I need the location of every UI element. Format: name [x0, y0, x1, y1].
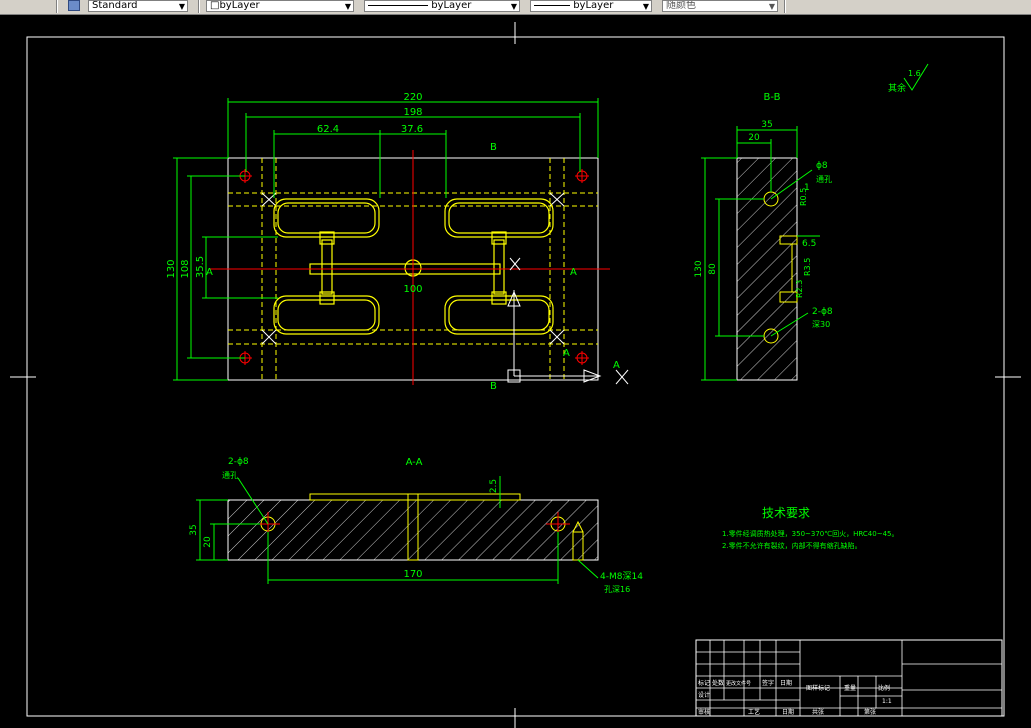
technical-requirements: 技术要求 1.零件经调质热处理，350~370℃回火，HRC40~45。 2.零…: [722, 506, 898, 550]
tb-cell-sign: 签字: [762, 679, 774, 687]
front-view: 220 198 62.4 37.6 130 108 35.5 100 B B A…: [166, 92, 629, 392]
toolbar-separator: [56, 0, 58, 13]
tb-cell-total-sheets: 共张: [812, 708, 824, 716]
section-aa-title: A-A: [406, 457, 423, 468]
linetype-control-value: byLayer: [431, 0, 472, 11]
side-dim-height: 130: [694, 260, 704, 277]
side-dim-65: 6.5: [802, 239, 816, 249]
chevron-down-icon: ▼: [768, 2, 775, 11]
drawing-canvas[interactable]: 220 198 62.4 37.6 130 108 35.5 100 B B A…: [0, 14, 1031, 728]
side-section-body: [736, 157, 798, 381]
tb-cell-sheet-no: 第张: [864, 708, 876, 716]
tb-cell-count: 处数: [712, 679, 724, 687]
side-view-bb: B-B 35 20 130 80 ϕ8 通孔 1 R0.5 6.5 R3.5 R…: [694, 92, 833, 381]
ucs-icon: [507, 257, 629, 385]
tb-cell-design: 设计: [698, 691, 710, 699]
dim-inner-width: 198: [403, 107, 422, 118]
toolbar-separator: [198, 0, 200, 13]
tech-req-title: 技术要求: [762, 506, 810, 520]
side-dim-holes2-sub: 深30: [812, 320, 830, 329]
dim-overall-width: 220: [403, 92, 422, 103]
roughness-value: 1.6: [908, 69, 921, 78]
section-a-left-label: A: [206, 267, 213, 278]
section-aa-dim-span: 170: [403, 569, 422, 580]
toolbar-separator: [784, 0, 786, 13]
dim-half-height: 35.5: [195, 256, 206, 278]
hole-label: A: [563, 348, 570, 359]
tb-cell-date2: 日期: [782, 708, 794, 716]
title-block-frame: [695, 639, 1003, 717]
lineweight-preview-icon: [534, 4, 570, 6]
section-aa: A-A 2-ϕ8 通孔 35 20 2.5 170 4-M8深14 孔深16: [189, 457, 643, 594]
color-control-select[interactable]: □byLayer ▼: [206, 0, 354, 12]
dim-runner-length: 100: [403, 284, 422, 295]
side-dim-inner: 80: [708, 263, 718, 275]
text-style-select[interactable]: Standard ▼: [88, 0, 188, 12]
lineweight-control-value: byLayer: [573, 0, 614, 11]
side-view-title: B-B: [764, 92, 781, 103]
section-b-bottom-label: B: [490, 381, 497, 392]
tb-cell-mark: 标记: [698, 679, 710, 687]
tb-cell-process: 工艺: [748, 708, 760, 716]
section-a-right-label: A: [570, 267, 577, 278]
linetype-preview-icon: [368, 4, 428, 6]
side-dim-hole: ϕ8: [816, 161, 828, 171]
dim-inner-height: 108: [180, 259, 191, 278]
tech-req-line2: 2.零件不允许有裂纹，内部不得有缩孔缺陷。: [722, 541, 862, 550]
frame-center-marks: [10, 22, 1021, 728]
section-aa-body: [227, 499, 599, 561]
chevron-down-icon: ▼: [178, 2, 185, 11]
tb-cell-date: 日期: [780, 679, 792, 687]
front-dimensions: [173, 98, 599, 381]
plotstyle-control-value: 随颜色: [666, 0, 696, 11]
tb-cell-review: 审核: [698, 708, 710, 716]
side-dim-r23: R2.3: [795, 280, 804, 298]
tb-cell-drawing-mark: 图样标记: [806, 684, 830, 692]
section-aa-dim-holes-sub: 通孔: [222, 470, 238, 480]
tb-cell-change-doc: 更改文件号: [726, 680, 751, 687]
side-dim-r35: R3.5: [803, 258, 812, 276]
roughness-symbol: 其余 1.6: [888, 63, 929, 94]
text-style-icon[interactable]: [68, 0, 80, 11]
dim-left-offset: 62.4: [317, 124, 339, 135]
dim-height: 130: [166, 259, 177, 278]
tech-req-line1: 1.零件经调质热处理，350~370℃回火，HRC40~45。: [722, 529, 898, 538]
title-block-grid: [696, 640, 1002, 716]
roughness-label: 其余: [888, 82, 906, 94]
dim-right-offset: 37.6: [401, 124, 423, 135]
section-aa-dim-inner: 20: [203, 536, 213, 548]
section-aa-dim-holes: 2-ϕ8: [228, 457, 249, 467]
section-b-top-label: B: [490, 142, 497, 153]
text-style-value: Standard: [92, 0, 138, 11]
color-control-value: byLayer: [219, 0, 260, 11]
side-dim-depth: 20: [748, 133, 760, 143]
section-a-arrow-label: A: [613, 360, 620, 371]
tb-cell-scale-value: 1:1: [882, 698, 892, 705]
side-dim-hole-sub: 通孔: [816, 174, 832, 184]
side-dim-holes2: 2-ϕ8: [812, 307, 833, 317]
side-dim-r05: R0.5: [799, 188, 808, 206]
chevron-down-icon: ▼: [642, 2, 649, 11]
section-aa-dim-groove: 2.5: [489, 479, 499, 493]
chevron-down-icon: ▼: [510, 2, 517, 11]
properties-toolbar: Standard ▼ □byLayer ▼ byLayer ▼ byLayer …: [0, 0, 1031, 15]
plotstyle-control-select[interactable]: 随颜色 ▼: [662, 0, 778, 12]
section-aa-dim-height: 35: [189, 524, 199, 535]
chevron-down-icon: ▼: [344, 2, 351, 11]
section-aa-dim-thread-sub: 孔深16: [604, 585, 630, 594]
title-block: 标记 处数 更改文件号 签字 日期 设计 图样标记 重量 比例 1:1 审核 共…: [695, 639, 1003, 717]
tb-cell-weight: 重量: [844, 684, 856, 692]
tb-cell-scale-label: 比例: [878, 684, 890, 692]
lineweight-control-select[interactable]: byLayer ▼: [530, 0, 652, 12]
side-dim-width: 35: [761, 120, 772, 130]
linetype-control-select[interactable]: byLayer ▼: [364, 0, 520, 12]
section-aa-dim-thread: 4-M8深14: [600, 571, 643, 582]
